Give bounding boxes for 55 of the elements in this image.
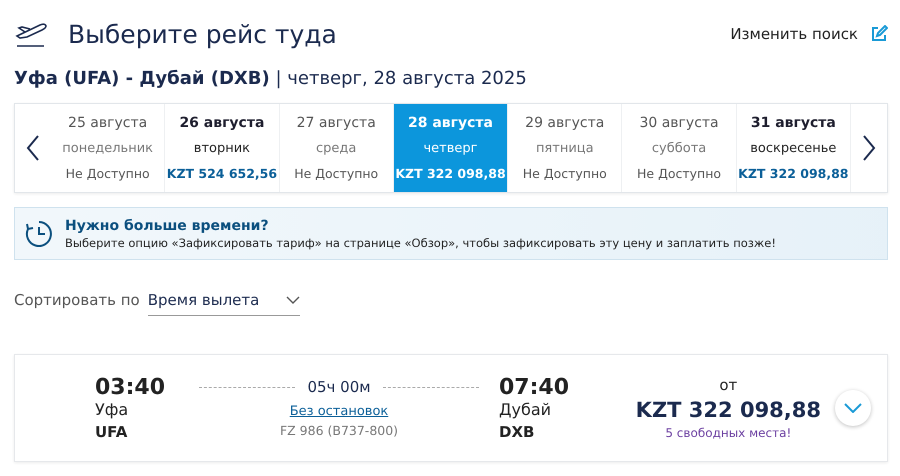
- notice-text: Выберите опцию «Зафиксировать тариф» на странице «Обзор», чтобы зафиксировать эту цену и заплатить позже!: [65, 236, 776, 250]
- weekday-label: пятница: [536, 141, 594, 156]
- date-tab[interactable]: 25 августа понедельник Не Доступно: [51, 104, 166, 192]
- date-label: 31 августа: [750, 115, 836, 131]
- next-button[interactable]: [850, 104, 887, 192]
- fare-label: Не Доступно: [522, 166, 607, 181]
- weekday-label: среда: [316, 141, 356, 156]
- date-label: 30 августа: [639, 115, 719, 131]
- fare-label: Не Доступно: [637, 166, 722, 181]
- fare-label: Не Доступно: [66, 166, 150, 181]
- expand-button[interactable]: [835, 390, 871, 426]
- departure-city: Уфа: [95, 400, 130, 419]
- arrival-time: 07:40: [499, 375, 570, 400]
- weekday-label: понедельник: [62, 141, 153, 156]
- sort-label: Сортировать по: [14, 291, 140, 309]
- date-label: 28 августа: [408, 115, 493, 131]
- from-label: от: [719, 376, 738, 394]
- date-label: 29 августа: [525, 115, 604, 131]
- fare-label: KZT 322 098,88: [395, 166, 506, 181]
- flight-duration: 05ч 00м: [307, 378, 371, 396]
- date-label: 27 августа: [296, 115, 376, 131]
- arrival-code: DXB: [499, 423, 536, 441]
- date-label: 26 августа: [179, 115, 264, 131]
- chevron-left-icon: [26, 135, 40, 161]
- fare-label: KZT 524 652,56: [166, 166, 278, 181]
- clock-icon: [25, 220, 53, 248]
- chevron-right-icon: [862, 135, 876, 161]
- stops-link[interactable]: Без остановок: [290, 404, 388, 419]
- page-title: Выберите рейс туда: [68, 20, 337, 48]
- date-label: 25 августа: [68, 115, 148, 131]
- date-tab[interactable]: 26 августа вторник KZT 524 652,56: [165, 104, 280, 192]
- date-tab[interactable]: 29 августа пятница Не Доступно: [508, 104, 622, 192]
- flight-number: FZ 986 (B737-800): [280, 423, 398, 438]
- previous-button[interactable]: [15, 104, 51, 192]
- modify-search-link[interactable]: Изменить поиск: [730, 25, 888, 43]
- date-tab[interactable]: 27 августа среда Не Доступно: [280, 104, 394, 192]
- date-tab[interactable]: 30 августа суббота Не Доступно: [622, 104, 737, 192]
- sort-dropdown[interactable]: Время вылета: [148, 284, 300, 316]
- fare-label: KZT 322 098,88: [738, 166, 848, 181]
- route-summary: Уфа (UFA) - Дубай (DXB) | четверг, 28 августа 2025: [14, 68, 528, 89]
- weekday-label: вторник: [194, 141, 250, 156]
- notice-title: Нужно больше времени?: [65, 218, 270, 234]
- arrival-city: Дубай: [499, 400, 552, 419]
- chevron-down-icon: [286, 296, 300, 304]
- weekday-label: четверг: [423, 141, 478, 156]
- weekday-label: суббота: [652, 141, 706, 156]
- departure-time: 03:40: [95, 375, 166, 400]
- flight-price: KZT 322 098,88: [636, 398, 821, 422]
- date-tab[interactable]: 31 августа воскресенье KZT 322 098,88: [736, 104, 851, 192]
- departure-code: UFA: [95, 423, 128, 441]
- chevron-down-icon: [844, 403, 862, 413]
- edit-icon: [870, 25, 888, 43]
- weekday-label: воскресенье: [750, 141, 836, 156]
- seats-left: 5 свободных места!: [665, 426, 792, 440]
- fare-label: Не Доступно: [294, 166, 378, 181]
